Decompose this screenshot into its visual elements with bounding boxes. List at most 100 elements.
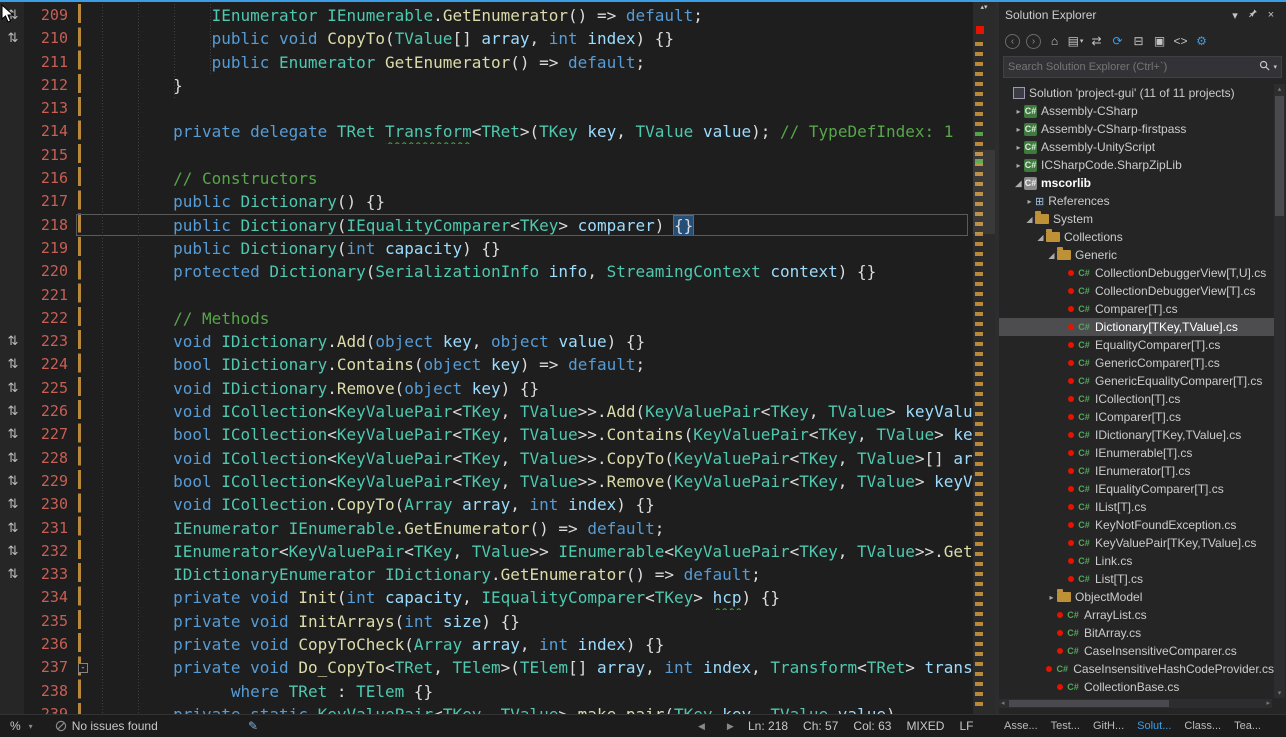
code-line[interactable]: ⇅233 IDictionaryEnumerator IDictionary.G… <box>0 563 972 586</box>
tree-item[interactable]: ▸C#Assembly-UnityScript <box>999 138 1274 156</box>
tree-item[interactable]: C#GenericComparer[T].cs <box>999 354 1274 372</box>
reference-arrows-icon[interactable]: ⇅ <box>0 493 26 516</box>
code-line[interactable]: 212 } <box>0 74 972 97</box>
tool-tab-asse[interactable]: Asse... <box>1004 720 1038 732</box>
glyph-margin[interactable] <box>0 680 26 703</box>
glyph-margin[interactable] <box>0 97 26 120</box>
line-number[interactable]: 218 <box>26 214 74 237</box>
code-text[interactable]: } <box>96 74 972 97</box>
glyph-margin[interactable] <box>0 307 26 330</box>
switch-views-icon[interactable]: ▤▾ <box>1066 32 1085 51</box>
reference-arrows-icon[interactable]: ⇅ <box>0 377 26 400</box>
code-text[interactable]: public Dictionary(int capacity) {} <box>96 237 972 260</box>
pen-icon[interactable]: ✎ <box>248 719 258 733</box>
line-number[interactable]: 210 <box>26 27 74 50</box>
tree-item[interactable]: C#CollectionBase.cs <box>999 678 1274 696</box>
code-line[interactable]: ⇅226 void ICollection<KeyValuePair<TKey,… <box>0 400 972 423</box>
tree-item[interactable]: C#IDictionary[TKey,TValue].cs <box>999 426 1274 444</box>
code-line[interactable]: ⇅228 void ICollection<KeyValuePair<TKey,… <box>0 447 972 470</box>
code-text[interactable]: public Dictionary(IEqualityComparer<TKey… <box>96 214 972 237</box>
collapsed-arrow-icon[interactable]: ▸ <box>1013 143 1024 152</box>
tree-item[interactable]: ▸ObjectModel <box>999 588 1274 606</box>
code-editor[interactable]: ⇅209 IEnumerator IEnumerable.GetEnumerat… <box>0 0 995 714</box>
refresh-icon[interactable]: ⟳ <box>1108 32 1127 51</box>
line-number[interactable]: 209 <box>26 4 74 27</box>
tree-item[interactable]: C#CaseInsensitiveComparer.cs <box>999 642 1274 660</box>
glyph-margin[interactable] <box>0 633 26 656</box>
solution-explorer-titlebar[interactable]: Solution Explorer ▾ × <box>999 2 1286 28</box>
tree-item[interactable]: C#GenericEqualityComparer[T].cs <box>999 372 1274 390</box>
scrollbar-thumb[interactable] <box>1275 96 1284 216</box>
line-number[interactable]: 217 <box>26 190 74 213</box>
code-text[interactable]: private delegate TRet Transform<TRet>(TK… <box>96 120 972 143</box>
line-number[interactable]: 226 <box>26 400 74 423</box>
glyph-margin[interactable] <box>0 656 26 679</box>
line-number[interactable]: 236 <box>26 633 74 656</box>
code-text[interactable]: public void CopyTo(TValue[] array, int i… <box>96 27 972 50</box>
glyph-margin[interactable] <box>0 144 26 167</box>
search-input[interactable] <box>1008 61 1259 73</box>
line-number[interactable]: 232 <box>26 540 74 563</box>
line-number[interactable]: 212 <box>26 74 74 97</box>
code-text[interactable]: bool IDictionary.Contains(object key) =>… <box>96 353 972 376</box>
code-line[interactable]: 211 public Enumerator GetEnumerator() =>… <box>0 51 972 74</box>
code-text[interactable]: IDictionaryEnumerator IDictionary.GetEnu… <box>96 563 972 586</box>
tree-item[interactable]: C#IComparer[T].cs <box>999 408 1274 426</box>
reference-arrows-icon[interactable]: ⇅ <box>0 563 26 586</box>
code-text[interactable]: private void InitArrays(int size) {} <box>96 610 972 633</box>
tree-item[interactable]: Solution 'project-gui' (11 of 11 project… <box>999 84 1274 102</box>
glyph-margin[interactable] <box>0 703 26 714</box>
code-text[interactable]: bool ICollection<KeyValuePair<TKey, TVal… <box>96 470 972 493</box>
tool-tab-gith[interactable]: GitH... <box>1093 720 1124 732</box>
reference-arrows-icon[interactable]: ⇅ <box>0 330 26 353</box>
code-text[interactable]: void ICollection<KeyValuePair<TKey, TVal… <box>96 447 972 470</box>
code-text[interactable]: void IDictionary.Add(object key, object … <box>96 330 972 353</box>
search-box[interactable]: ▾ <box>1003 56 1282 78</box>
code-line[interactable]: ⇅209 IEnumerator IEnumerable.GetEnumerat… <box>0 4 972 27</box>
tool-tab-class[interactable]: Class... <box>1184 720 1221 732</box>
document-health-indicator[interactable]: No issues found <box>55 719 158 733</box>
line-number[interactable]: 219 <box>26 237 74 260</box>
code-line[interactable]: 218 public Dictionary(IEqualityComparer<… <box>0 214 972 237</box>
code-lines[interactable]: ⇅209 IEnumerator IEnumerable.GetEnumerat… <box>0 4 972 714</box>
code-line[interactable]: 216 // Constructors <box>0 167 972 190</box>
line-number[interactable]: 238 <box>26 680 74 703</box>
tree-item[interactable]: C#KeyValuePair[TKey,TValue].cs <box>999 534 1274 552</box>
tree-item[interactable]: C#CollectionDebuggerView[T,U].cs <box>999 264 1274 282</box>
tree-vertical-scrollbar[interactable]: ▴ ▾ <box>1274 84 1285 698</box>
code-line[interactable]: 215 <box>0 144 972 167</box>
code-text[interactable]: void ICollection<KeyValuePair<TKey, TVal… <box>96 400 972 423</box>
code-text[interactable] <box>96 144 972 167</box>
line-number[interactable]: 231 <box>26 517 74 540</box>
line-number[interactable]: 235 <box>26 610 74 633</box>
glyph-margin[interactable] <box>0 237 26 260</box>
tree-horizontal-scrollbar[interactable]: ◂ ▸ <box>999 699 1272 708</box>
search-icon[interactable] <box>1259 58 1270 76</box>
reference-arrows-icon[interactable]: ⇅ <box>0 400 26 423</box>
collapse-all-icon[interactable]: ⊟ <box>1129 32 1148 51</box>
tool-tab-tea[interactable]: Tea... <box>1234 720 1261 732</box>
expanded-arrow-icon[interactable]: ◢ <box>1035 233 1046 242</box>
code-line[interactable]: 239 private static KeyValuePair<TKey, TV… <box>0 703 972 714</box>
glyph-margin[interactable] <box>0 120 26 143</box>
code-line[interactable]: ⇅225 void IDictionary.Remove(object key)… <box>0 377 972 400</box>
tree-item[interactable]: ▸C#Assembly-CSharp-firstpass <box>999 120 1274 138</box>
glyph-margin[interactable] <box>0 260 26 283</box>
window-position-icon[interactable]: ▾ <box>1226 9 1244 22</box>
collapsed-arrow-icon[interactable]: ▸ <box>1013 161 1024 170</box>
tree-item[interactable]: C#BitArray.cs <box>999 624 1274 642</box>
scrollbar-thumb[interactable] <box>1009 700 1169 707</box>
code-text[interactable]: private void CopyToCheck(Array array, in… <box>96 633 972 656</box>
tree-item[interactable]: C#EqualityComparer[T].cs <box>999 336 1274 354</box>
collapsed-arrow-icon[interactable]: ▸ <box>1013 107 1024 116</box>
editor-vertical-scrollbar[interactable]: ▴▾ <box>972 2 995 714</box>
code-line[interactable]: ⇅231 IEnumerator IEnumerable.GetEnumerat… <box>0 517 972 540</box>
glyph-margin[interactable] <box>0 190 26 213</box>
code-text[interactable]: bool ICollection<KeyValuePair<TKey, TVal… <box>96 423 972 446</box>
error-marker[interactable] <box>976 26 984 34</box>
tree-item[interactable]: C#KeyNotFoundException.cs <box>999 516 1274 534</box>
code-line[interactable]: ⇅229 bool ICollection<KeyValuePair<TKey,… <box>0 470 972 493</box>
code-line[interactable]: 219 public Dictionary(int capacity) {} <box>0 237 972 260</box>
scroll-up-arrow-icon[interactable]: ▴ <box>1274 85 1285 93</box>
expanded-arrow-icon[interactable]: ◢ <box>1024 215 1035 224</box>
